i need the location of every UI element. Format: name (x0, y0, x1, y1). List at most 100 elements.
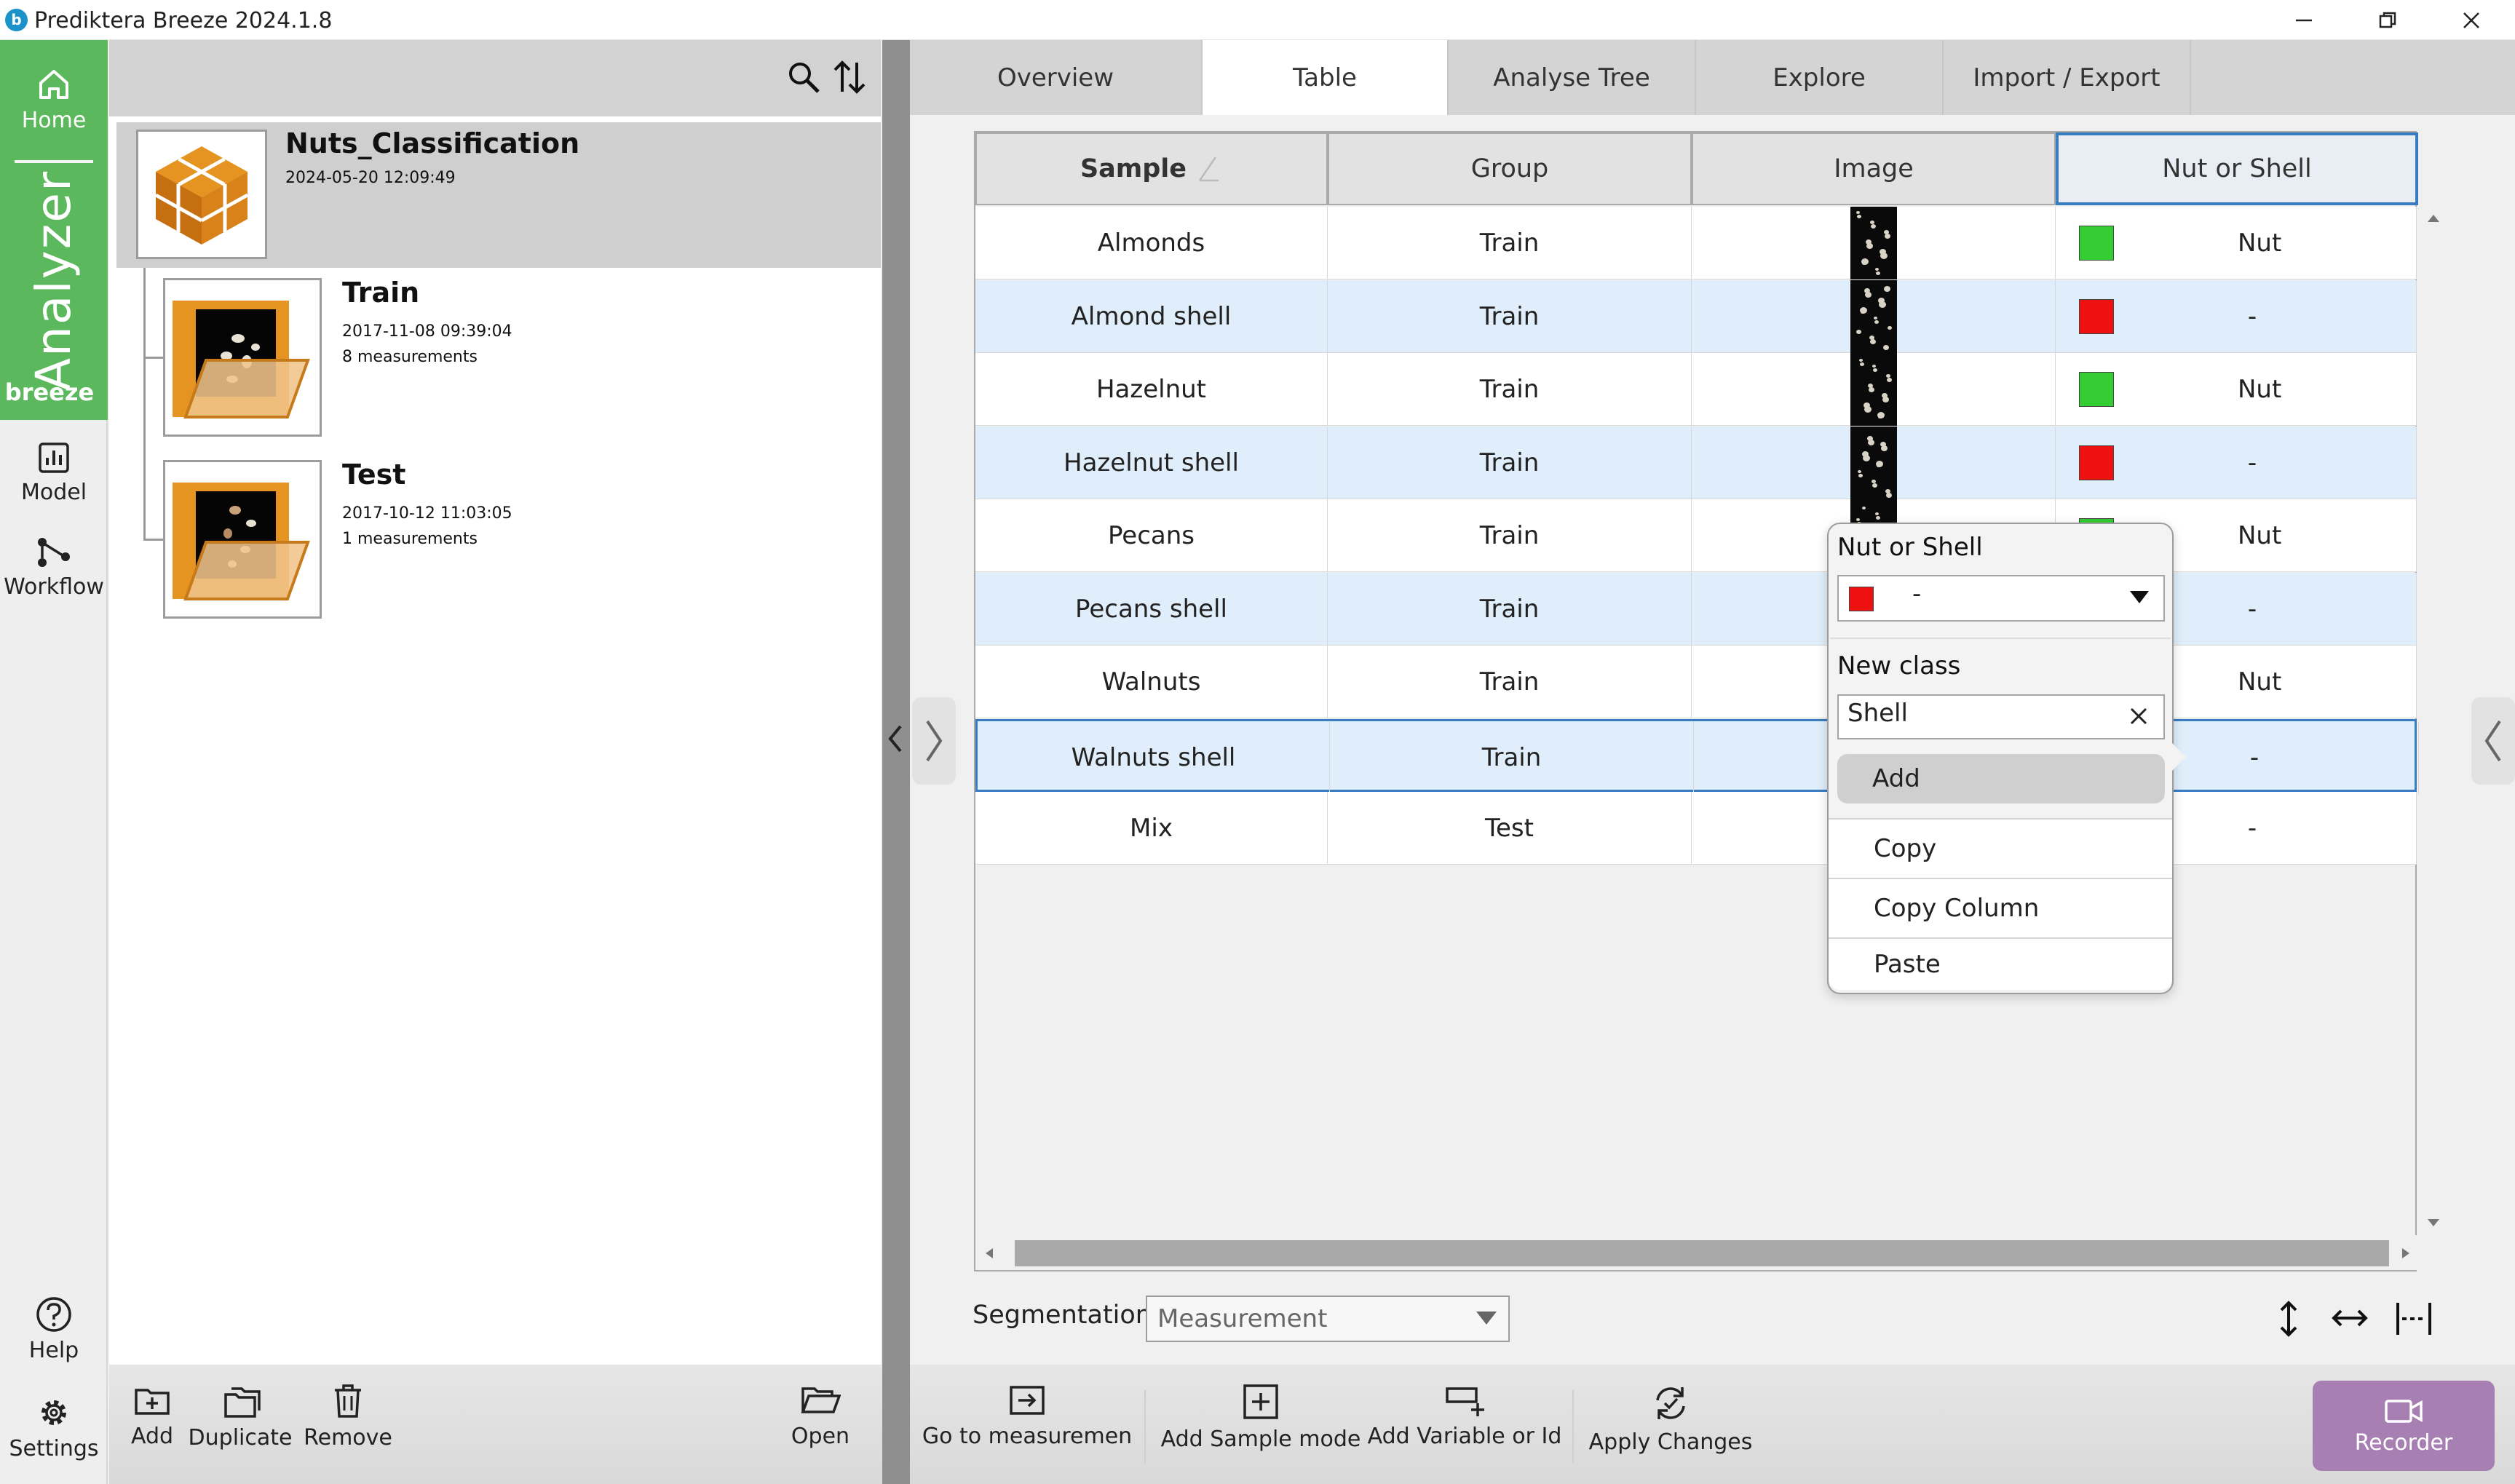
segmentation-value: Measurement (1157, 1304, 1328, 1333)
add-sample-mode-button[interactable]: Add Sample mode (1161, 1383, 1361, 1452)
table-row[interactable]: Hazelnut Train Nut (975, 353, 2417, 426)
search-button[interactable] (786, 60, 821, 95)
cell-sample[interactable]: Mix (975, 792, 1328, 865)
recorder-button[interactable]: Recorder (2313, 1381, 2495, 1471)
project-thumbnail (136, 130, 267, 259)
cell-group[interactable]: Train (1328, 646, 1692, 718)
cell-group[interactable]: Train (1328, 499, 1692, 572)
open-label: Open (791, 1424, 850, 1449)
bar-chart-icon (39, 443, 69, 473)
triangle-left-icon (986, 1248, 993, 1258)
horizontal-scroll-thumb[interactable] (1015, 1240, 2389, 1266)
scroll-up-button[interactable] (2424, 211, 2443, 226)
table-row[interactable]: Pecans Train Nut (975, 499, 2417, 572)
menu-item-paste[interactable]: Paste (1829, 937, 2172, 990)
apply-changes-label: Apply Changes (1588, 1429, 1753, 1455)
cell-group[interactable]: Test (1328, 792, 1692, 865)
cell-image[interactable] (1692, 353, 2056, 426)
table-row[interactable]: Almonds Train Nut (975, 207, 2417, 279)
scroll-left-button[interactable] (983, 1246, 997, 1261)
table-row[interactable]: Hazelnut shell Train - (975, 426, 2417, 499)
cell-image[interactable] (1692, 279, 2056, 353)
table-row[interactable]: Mix Test - (975, 792, 2417, 865)
close-window-button[interactable] (2435, 0, 2508, 40)
cell-sample[interactable]: Walnuts (975, 646, 1328, 718)
tab-table[interactable]: Table (1203, 40, 1449, 115)
column-header-nut-or-shell[interactable]: Nut or Shell (2056, 132, 2418, 205)
tab-overview[interactable]: Overview (910, 40, 1203, 115)
rail-home-label: Home (21, 108, 87, 133)
tab-explore[interactable]: Explore (1696, 40, 1944, 115)
cell-sample[interactable]: Pecans (975, 499, 1328, 572)
rail-home-button[interactable]: Home (0, 40, 108, 160)
fit-columns-button[interactable] (2331, 1306, 2369, 1330)
column-width-button[interactable] (2395, 1300, 2433, 1338)
next-panel-button[interactable] (2471, 697, 2515, 785)
scroll-right-button[interactable] (2398, 1246, 2412, 1261)
class-select[interactable] (1837, 575, 2165, 622)
table-row[interactable]: Walnuts Train Nut (975, 646, 2417, 718)
remove-button[interactable]: Remove (304, 1383, 392, 1451)
tab-analyse-tree[interactable]: Analyse Tree (1449, 40, 1696, 115)
popup-divider (1830, 638, 2171, 639)
class-value: Nut (2238, 375, 2282, 404)
sort-ascending-icon (1199, 156, 1219, 182)
cell-sample[interactable]: Walnuts shell (978, 721, 1330, 794)
rail-settings-label: Settings (9, 1436, 99, 1461)
project-date: 2024-05-20 12:09:49 (285, 169, 456, 187)
cell-sample[interactable]: Almonds (975, 207, 1328, 279)
cell-group[interactable]: Train (1328, 207, 1692, 279)
table-row[interactable]: Walnuts shell Train - (975, 718, 2419, 794)
sort-button[interactable] (832, 58, 867, 96)
group-item-test[interactable] (163, 460, 322, 619)
group-date: 2017-10-12 11:03:05 (342, 504, 512, 523)
rail-workflow-button[interactable]: Workflow (0, 535, 108, 600)
apply-changes-button[interactable]: Apply Changes (1589, 1383, 1752, 1455)
add-class-button[interactable]: Add (1837, 754, 2165, 803)
menu-item-copy[interactable]: Copy (1829, 818, 2172, 878)
group-item-train[interactable] (163, 278, 322, 437)
column-header-sample[interactable]: Sample (975, 132, 1328, 205)
cell-group[interactable]: Train (1328, 426, 1692, 499)
cell-group[interactable]: Train (1328, 572, 1692, 646)
menu-item-copy-column[interactable]: Copy Column (1829, 878, 2172, 937)
cell-nut-or-shell[interactable]: - (2056, 426, 2417, 499)
add-variable-button[interactable]: Add Variable or Id (1367, 1383, 1562, 1449)
table-row[interactable]: Almond shell Train - (975, 279, 2417, 353)
cell-sample[interactable]: Hazelnut (975, 353, 1328, 426)
cell-sample[interactable]: Hazelnut shell (975, 426, 1328, 499)
tab-import-export[interactable]: Import / Export (1944, 40, 2191, 115)
fit-rows-button[interactable] (2277, 1300, 2300, 1338)
cell-nut-or-shell[interactable]: Nut (2056, 353, 2417, 426)
clear-input-button[interactable] (2128, 706, 2149, 726)
rail-help-button[interactable]: Help (0, 1295, 108, 1363)
add-project-button[interactable]: Add (128, 1383, 176, 1449)
rail-model-button[interactable]: Model (0, 440, 108, 505)
collapse-panel-button[interactable] (884, 721, 906, 757)
cell-nut-or-shell[interactable]: Nut (2056, 207, 2417, 279)
cell-sample[interactable]: Pecans shell (975, 572, 1328, 646)
class-value: Nut (2238, 667, 2282, 697)
rail-settings-button[interactable]: Settings (0, 1394, 108, 1461)
cell-group[interactable]: Train (1328, 353, 1692, 426)
cell-image[interactable] (1692, 426, 2056, 499)
duplicate-button[interactable]: Duplicate (189, 1383, 292, 1451)
column-header-image[interactable]: Image (1692, 132, 2056, 205)
open-button[interactable]: Open (788, 1383, 853, 1449)
minimize-button[interactable] (2268, 0, 2340, 40)
column-header-group[interactable]: Group (1328, 132, 1692, 205)
table-row[interactable]: Pecans shell Train - (975, 572, 2417, 646)
cell-sample[interactable]: Almond shell (975, 279, 1328, 353)
cell-nut-or-shell[interactable]: - (2056, 279, 2417, 353)
panel-splitter[interactable] (882, 40, 910, 1484)
cell-group[interactable]: Train (1328, 279, 1692, 353)
scroll-down-button[interactable] (2424, 1215, 2443, 1230)
segmentation-select[interactable]: Measurement (1146, 1295, 1510, 1342)
go-to-measurement-button[interactable]: Go to measuremen (922, 1383, 1132, 1449)
clear-icon (2130, 707, 2147, 725)
previous-panel-button[interactable] (912, 697, 956, 785)
title-bar (0, 0, 2515, 40)
cell-image[interactable] (1692, 207, 2056, 279)
cell-group[interactable]: Train (1330, 721, 1694, 794)
restore-button[interactable] (2351, 0, 2424, 40)
